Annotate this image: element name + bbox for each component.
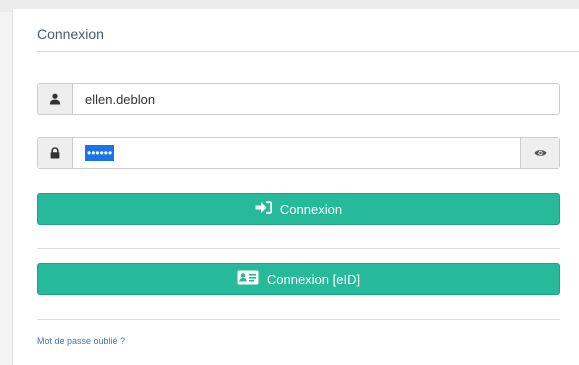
eid-button-label: Connexion [eID] bbox=[266, 271, 361, 287]
login-button[interactable]: Connexion bbox=[37, 193, 560, 225]
password-field[interactable]: •••••• bbox=[37, 137, 560, 169]
forgot-password-link[interactable]: Mot de passe oublié ? bbox=[37, 336, 125, 346]
password-input[interactable]: •••••• bbox=[73, 138, 520, 168]
lock-icon bbox=[38, 138, 73, 168]
username-field[interactable]: ellen.deblon bbox=[37, 83, 560, 115]
password-masked-value: •••••• bbox=[85, 145, 115, 161]
username-input[interactable]: ellen.deblon bbox=[73, 84, 559, 114]
login-panel: Connexion ellen.deblon •••••• Connexion … bbox=[12, 9, 579, 365]
eid-login-button[interactable]: Connexion [eID] bbox=[37, 263, 560, 295]
sign-in-icon bbox=[255, 201, 273, 217]
panel-title: Connexion bbox=[37, 26, 104, 42]
user-icon bbox=[38, 84, 73, 114]
title-divider bbox=[37, 51, 579, 52]
login-button-label: Connexion bbox=[279, 201, 343, 217]
divider bbox=[37, 319, 560, 320]
id-card-icon bbox=[237, 270, 259, 288]
divider bbox=[37, 248, 560, 249]
eye-icon[interactable] bbox=[520, 138, 559, 168]
